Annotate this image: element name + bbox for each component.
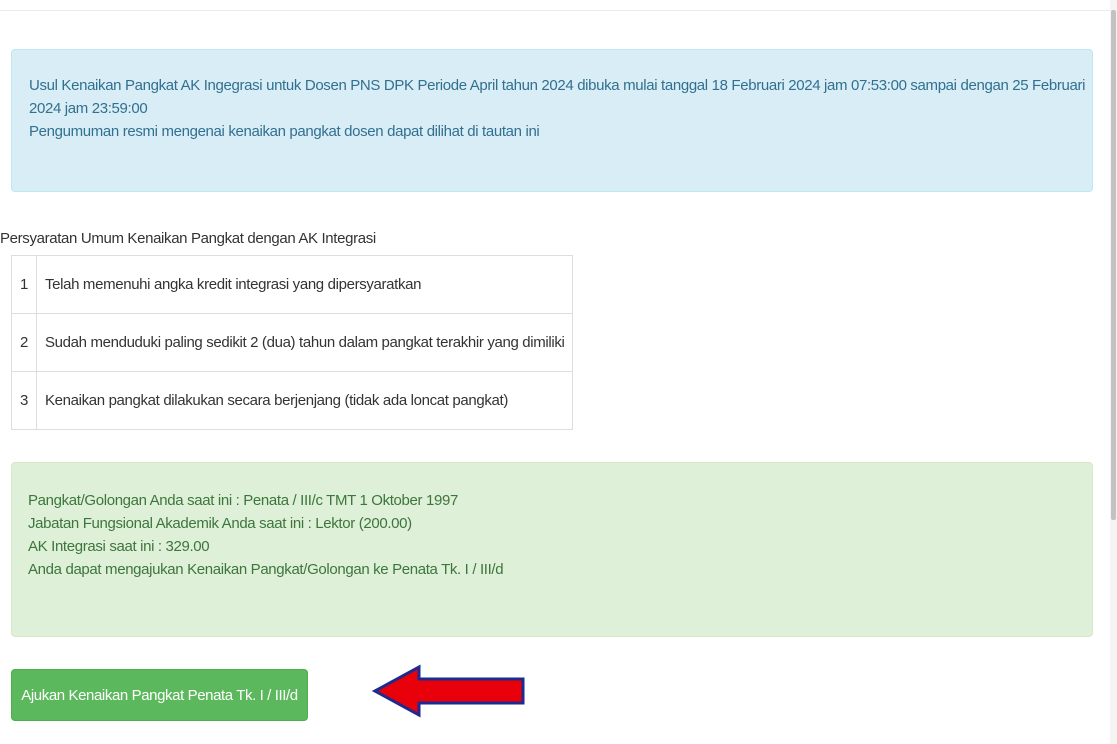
requirements-title: Persyaratan Umum Kenaikan Pangkat dengan…	[0, 230, 376, 247]
table-row: 2 Sudah menduduki paling sedikit 2 (dua)…	[11, 313, 574, 372]
current-ak: AK Integrasi saat ini : 329.00	[28, 538, 210, 555]
row-number: 3	[11, 371, 37, 430]
row-text: Sudah menduduki paling sedikit 2 (dua) t…	[35, 313, 574, 372]
current-position: Jabatan Fungsional Akademik Anda saat in…	[28, 515, 412, 532]
row-number: 2	[11, 313, 37, 372]
scrollbar[interactable]	[1110, 0, 1117, 744]
announcement-line-1: Usul Kenaikan Pangkat AK Ingegrasi untuk…	[29, 77, 1086, 94]
row-number: 1	[11, 255, 37, 314]
current-rank: Pangkat/Golongan Anda saat ini : Penata …	[28, 492, 458, 509]
requirements-table: 1 Telah memenuhi angka kredit integrasi …	[11, 255, 574, 430]
announcement-alert: Usul Kenaikan Pangkat AK Ingegrasi untuk…	[11, 49, 1093, 192]
row-text: Kenaikan pangkat dilakukan secara berjen…	[35, 371, 574, 430]
page: Usul Kenaikan Pangkat AK Ingegrasi untuk…	[0, 0, 1117, 744]
table-row: 1 Telah memenuhi angka kredit integrasi …	[11, 255, 574, 314]
scrollbar-thumb[interactable]	[1111, 10, 1116, 520]
eligibility-text: Anda dapat mengajukan Kenaikan Pangkat/G…	[28, 561, 504, 578]
left-arrow-icon	[372, 664, 525, 718]
announcement-link-text[interactable]: Pengumuman resmi mengenai kenaikan pangk…	[29, 120, 1092, 143]
announcement-line-2: 2024 jam 23:59:00	[29, 100, 148, 117]
status-alert: Pangkat/Golongan Anda saat ini : Penata …	[11, 462, 1093, 637]
submit-promotion-button[interactable]: Ajukan Kenaikan Pangkat Penata Tk. I / I…	[11, 669, 308, 721]
row-text: Telah memenuhi angka kredit integrasi ya…	[35, 255, 574, 314]
top-strip	[0, 0, 1110, 11]
table-row: 3 Kenaikan pangkat dilakukan secara berj…	[11, 371, 574, 430]
